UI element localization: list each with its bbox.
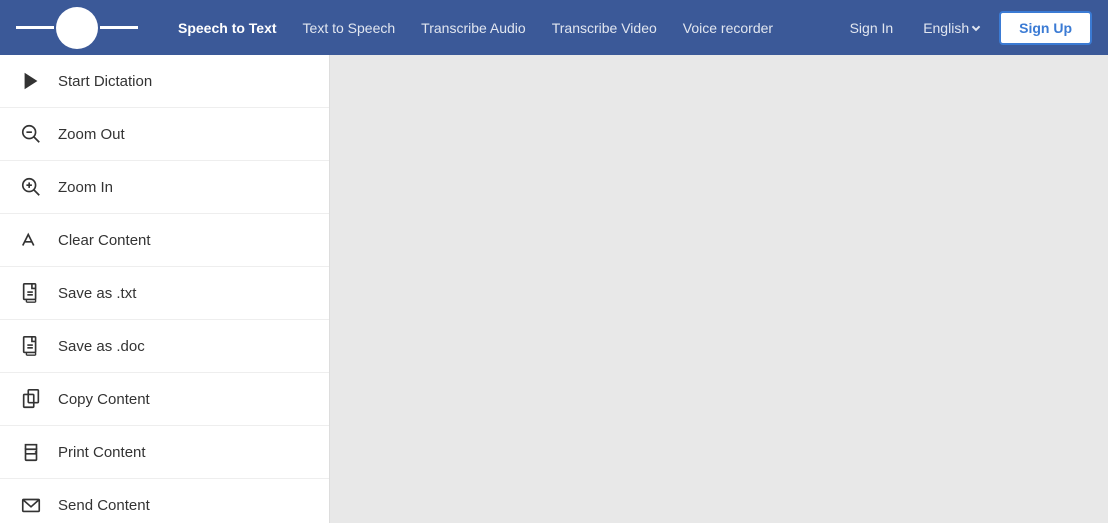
nav-transcribe-video[interactable]: Transcribe Video: [542, 14, 667, 42]
logo-line-left: [16, 26, 54, 29]
logo: [16, 7, 138, 49]
sidebar-label-copy-content: Copy Content: [58, 391, 150, 408]
sidebar: Start Dictation Zoom Out: [0, 55, 330, 523]
main-content: [330, 55, 1108, 523]
header-right: Sign In English Sign Up: [840, 11, 1092, 45]
sidebar-item-start-dictation[interactable]: Start Dictation: [0, 55, 329, 108]
sidebar-label-print-content: Print Content: [58, 444, 146, 461]
nav-transcribe-audio[interactable]: Transcribe Audio: [411, 14, 536, 42]
zoom-out-icon: [18, 121, 44, 147]
print-icon: [18, 439, 44, 465]
nav-speech-to-text[interactable]: Speech to Text: [168, 14, 287, 42]
sign-up-button[interactable]: Sign Up: [999, 11, 1092, 45]
nav-links: Speech to Text Text to Speech Transcribe…: [168, 14, 783, 42]
sidebar-label-save-txt: Save as .txt: [58, 285, 136, 302]
layout: Start Dictation Zoom Out: [0, 55, 1108, 523]
sidebar-item-zoom-out[interactable]: Zoom Out: [0, 108, 329, 161]
clear-icon: [18, 227, 44, 253]
sidebar-item-save-txt[interactable]: Save as .txt: [0, 267, 329, 320]
save-txt-icon: [18, 280, 44, 306]
sidebar-item-zoom-in[interactable]: Zoom In: [0, 161, 329, 214]
sidebar-label-start-dictation: Start Dictation: [58, 73, 152, 90]
chevron-down-icon: [972, 22, 980, 30]
sidebar-label-zoom-in: Zoom In: [58, 179, 113, 196]
send-icon: [18, 492, 44, 518]
sidebar-item-send-content[interactable]: Send Content: [0, 479, 329, 523]
header: Speech to Text Text to Speech Transcribe…: [0, 0, 1108, 55]
sidebar-item-save-doc[interactable]: Save as .doc: [0, 320, 329, 373]
dictation-icon: [18, 68, 44, 94]
save-doc-icon: [18, 333, 44, 359]
sidebar-label-save-doc: Save as .doc: [58, 338, 145, 355]
sidebar-label-send-content: Send Content: [58, 497, 150, 514]
nav-text-to-speech[interactable]: Text to Speech: [293, 14, 406, 42]
nav-voice-recorder[interactable]: Voice recorder: [673, 14, 783, 42]
language-selector[interactable]: English: [913, 14, 989, 42]
logo-circle: [56, 7, 98, 49]
zoom-in-icon: [18, 174, 44, 200]
logo-line-right: [100, 26, 138, 29]
sign-in-button[interactable]: Sign In: [840, 14, 904, 42]
copy-icon: [18, 386, 44, 412]
sidebar-item-copy-content[interactable]: Copy Content: [0, 373, 329, 426]
sidebar-label-zoom-out: Zoom Out: [58, 126, 125, 143]
sidebar-label-clear-content: Clear Content: [58, 232, 151, 249]
sidebar-item-clear-content[interactable]: Clear Content: [0, 214, 329, 267]
sidebar-item-print-content[interactable]: Print Content: [0, 426, 329, 479]
